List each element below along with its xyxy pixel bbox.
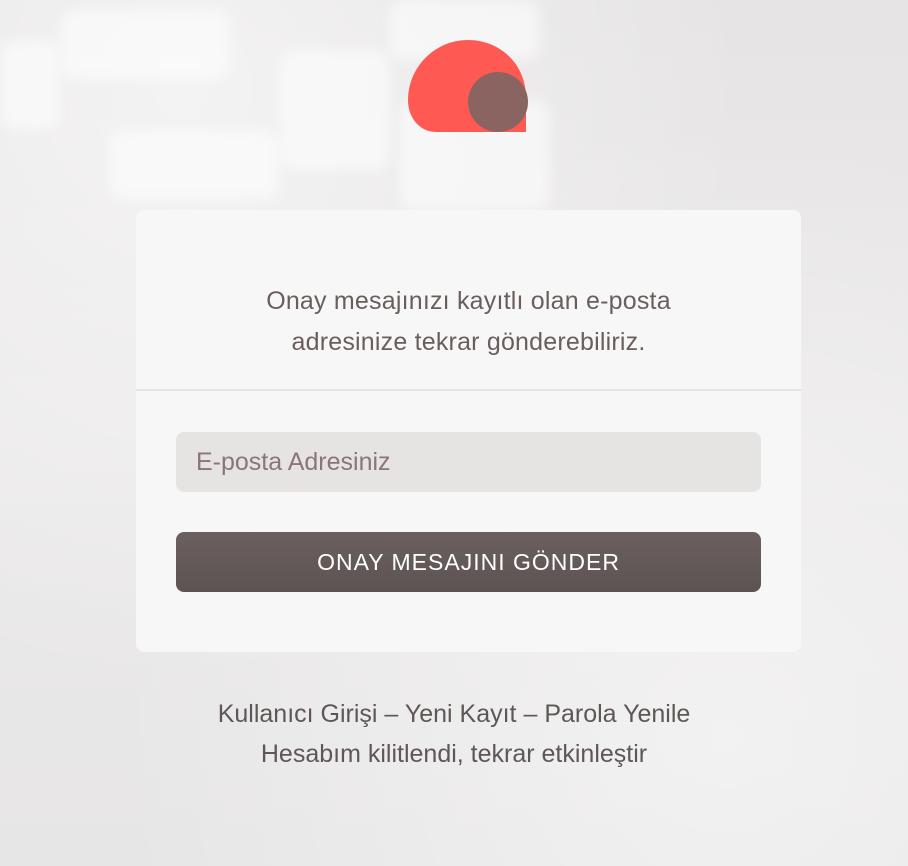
footer-links: Kullanıcı Girişi – Yeni Kayıt – Parola Y… <box>0 694 908 774</box>
brand-logo-icon <box>408 40 528 132</box>
card-message: Onay mesajınızı kayıtlı olan e-posta adr… <box>136 281 801 363</box>
background-key <box>280 50 390 170</box>
background-key <box>110 130 280 200</box>
card-divider <box>136 389 801 391</box>
footer-links-row-1: Kullanıcı Girişi – Yeni Kayıt – Parola Y… <box>0 694 908 734</box>
register-link[interactable]: Yeni Kayıt <box>405 700 517 728</box>
email-input[interactable] <box>176 432 761 492</box>
login-link[interactable]: Kullanıcı Girişi <box>218 700 378 728</box>
send-confirmation-button[interactable]: ONAY MESAJINI GÖNDER <box>176 532 761 592</box>
link-separator: – <box>384 700 399 728</box>
reactivate-account-link[interactable]: Hesabım kilitlendi, tekrar etkinleştir <box>261 740 647 768</box>
card-message-line-2: adresinize tekrar gönderebiliriz. <box>291 328 646 356</box>
reset-password-link[interactable]: Parola Yenile <box>544 700 690 728</box>
background-key <box>0 40 60 130</box>
card-message-line-1: Onay mesajınızı kayıtlı olan e-posta <box>266 287 671 315</box>
background-key <box>60 10 230 80</box>
link-separator: – <box>523 700 538 728</box>
footer-links-row-2: Hesabım kilitlendi, tekrar etkinleştir <box>0 734 908 774</box>
logo-brown-circle <box>468 72 528 132</box>
